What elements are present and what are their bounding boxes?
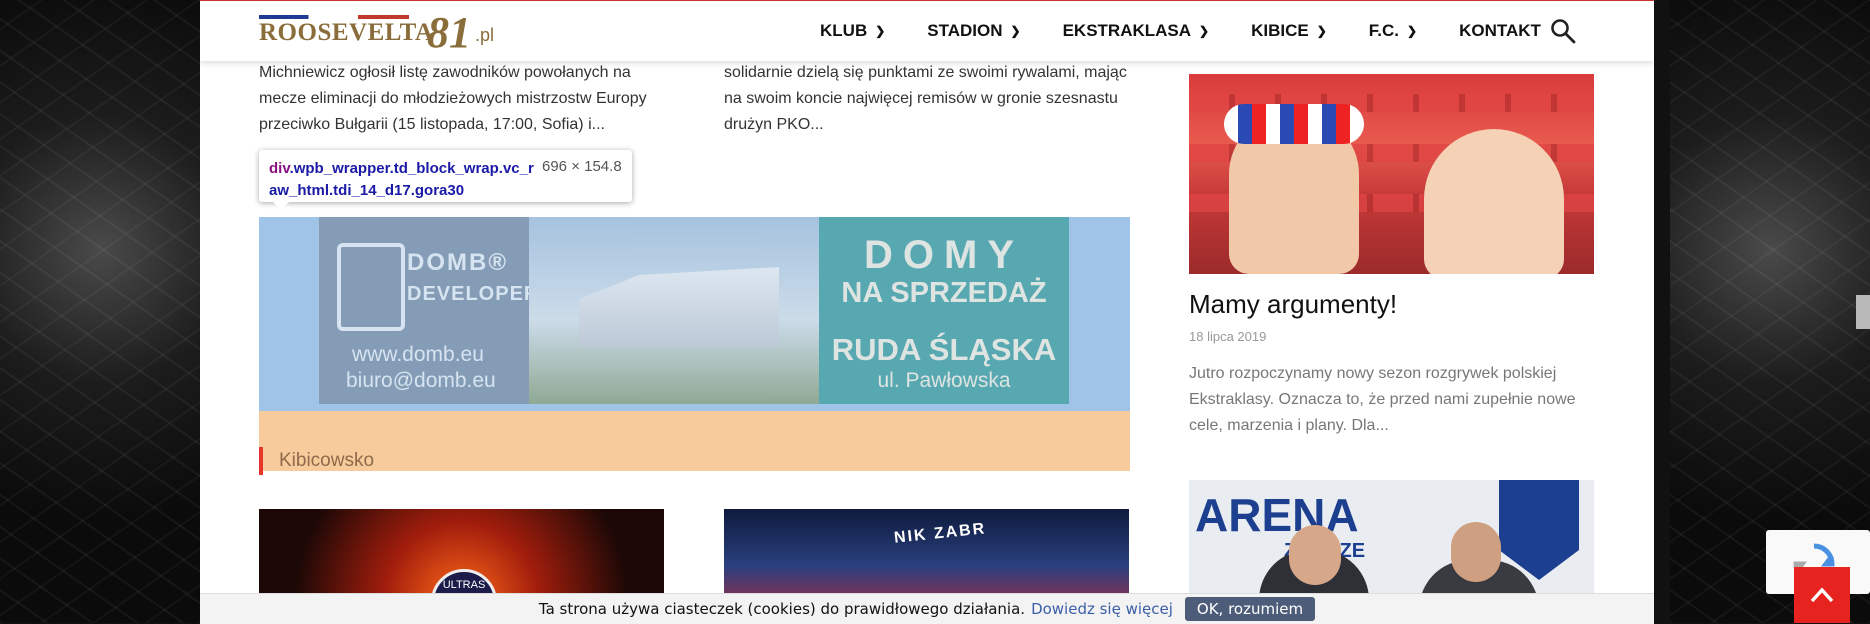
cookie-text: Ta strona używa ciasteczek (cookies) do … [538,600,1026,618]
devtools-tooltip: div.wpb_wrapper.td_block_wrap.vc_raw_htm… [259,150,632,210]
scarf-text: NIK ZABR [893,520,988,547]
logo-text: ROOSEVELTA [259,19,434,46]
cookie-more-link[interactable]: Dowiedz się więcej [1031,600,1173,618]
search-icon[interactable] [1550,18,1576,44]
child-figure-2 [1424,129,1564,274]
chevron-down-icon: ❯ [1316,24,1327,38]
post-date: 18 lipca 2019 [1189,329,1267,344]
banner-subheadline: NA SPRZEDAŻ [841,277,1047,309]
tooltip-classes: .wpb_wrapper.td_block_wrap.vc_raw_html.t… [269,160,534,199]
chevron-down-icon: ❯ [875,24,886,38]
person-1-face [1289,525,1341,585]
tooltip-size: 696 × 154.8 [542,158,622,175]
chevron-down-icon: ❯ [1199,24,1210,38]
tooltip-tag: div [269,160,290,177]
logo-number: 81 [427,8,471,57]
nav-item-klub[interactable]: KLUB ❯ [820,21,885,41]
post-excerpt: Jutro rozpoczynamy nowy sezon rozgrywek … [1189,365,1576,434]
section-title[interactable]: Kibicowsko [259,447,374,475]
flower-crown [1224,104,1364,144]
banner-brand-panel: DOMB® DEVELOPER www.domb.eu biuro@domb.e… [319,217,538,404]
post-title[interactable]: Mamy argumenty! [1189,289,1397,320]
site-header: ROOSEVELTA 81 .pl KLUB ❯ STADION ❯ EKSTRAK… [200,0,1654,61]
cookie-bar: Ta strona używa ciasteczek (cookies) do … [200,593,1654,624]
back-to-top-button[interactable] [1794,567,1850,623]
main-nav: KLUB ❯ STADION ❯ EKSTRAKLASA ❯ KIBICE ❯ F.C.… [820,1,1583,61]
banner-house-image [529,217,819,404]
banner-website: www.domb.eu [352,343,484,366]
logo-tld: .pl [475,25,495,45]
nav-item-kibice[interactable]: KIBICE ❯ [1251,21,1327,41]
chevron-down-icon: ❯ [1407,24,1418,38]
page-content: ROOSEVELTA 81 .pl KLUB ❯ STADION ❯ EKSTRAK… [200,0,1654,623]
banner-email: biuro@domb.eu [346,369,496,392]
banner-brand-sub: DEVELOPER [407,283,540,305]
banner-city: RUDA ŚLĄSKA [831,332,1057,367]
domb-logo-icon [337,243,405,331]
banner-street: ul. Pawłowska [877,369,1011,392]
chevron-down-icon: ❯ [1010,24,1021,38]
devtools-margin-highlight [259,411,1130,471]
nav-item-fc[interactable]: F.C. ❯ [1369,21,1417,41]
domb-banner-ad[interactable]: DOMB® DEVELOPER www.domb.eu biuro@domb.e… [319,217,1069,404]
article-excerpt-2: solidarnie dzielą się punktami ze swoimi… [724,64,1127,133]
banner-offer-panel: DOMY NA SPRZEDAŻ RUDA ŚLĄSKA ul. Pawłows… [819,217,1069,404]
nav-item-stadion[interactable]: STADION ❯ [927,21,1020,41]
scrollbar-thumb[interactable] [1856,295,1870,329]
background-left [0,0,200,623]
post-image-kids[interactable] [1189,74,1594,274]
house-illustration [579,267,779,347]
site-logo[interactable]: ROOSEVELTA 81 .pl [259,7,494,57]
banner-brand: DOMB® [407,249,509,276]
person-2-face [1451,522,1501,582]
article-excerpt-1: Michniewicz ogłosił listę zawodników pow… [259,64,647,133]
nav-item-kontakt[interactable]: KONTAKT [1459,21,1541,41]
nav-item-ekstraklasa[interactable]: EKSTRAKLASA ❯ [1063,21,1210,41]
banner-headline: DOMY [864,233,1024,277]
cookie-accept-button[interactable]: OK, rozumiem [1184,597,1316,621]
arrow-up-icon [1810,587,1834,603]
